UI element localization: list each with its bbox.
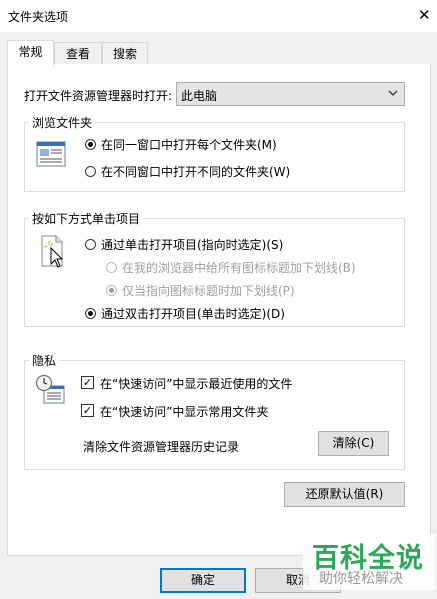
tab-general[interactable]: 常规 <box>7 40 54 66</box>
different-window-radio[interactable] <box>85 166 96 177</box>
frequent-folders-label[interactable]: 在“快速访问”中显示常用文件夹 <box>100 403 268 420</box>
double-click-label[interactable]: 通过双击打开项目(单击时选定)(D) <box>101 305 285 322</box>
underline-point-label[interactable]: 仅当指向图标标题时加下划线(P) <box>122 282 295 299</box>
clear-history-label: 清除文件资源管理器历史记录 <box>83 440 240 454</box>
same-window-label[interactable]: 在同一窗口中打开每个文件夹(M) <box>101 136 277 153</box>
recent-files-label[interactable]: 在“快速访问”中显示最近使用的文件 <box>100 375 292 392</box>
pointer-cursor-icon <box>38 234 68 273</box>
same-window-radio[interactable] <box>85 139 96 150</box>
recent-files-checkbox[interactable]: ✓ <box>81 376 94 389</box>
underline-all-label[interactable]: 在我的浏览器中给所有图标标题加下划线(B) <box>122 259 356 276</box>
privacy-legend: 隐私 <box>29 352 60 369</box>
chevron-down-icon <box>388 86 398 103</box>
frequent-folders-checkbox[interactable]: ✓ <box>81 404 94 417</box>
open-explorer-select[interactable]: 此电脑 <box>176 82 405 106</box>
browse-folders-group <box>24 122 405 192</box>
underline-all-radio[interactable] <box>106 262 117 273</box>
single-click-radio[interactable] <box>85 239 96 250</box>
window-title: 文件夹选项 <box>8 10 69 24</box>
close-icon[interactable]: ✕ <box>418 6 431 24</box>
browse-folders-icon <box>36 141 66 170</box>
double-click-radio[interactable] <box>85 308 96 319</box>
tab-view[interactable]: 查看 <box>54 42 102 64</box>
open-explorer-value: 此电脑 <box>181 89 218 103</box>
click-items-legend: 按如下方式单击项目 <box>29 210 144 227</box>
restore-defaults-button[interactable]: 还原默认值(R) <box>284 482 405 507</box>
tab-search[interactable]: 搜索 <box>102 42 148 64</box>
privacy-clock-icon <box>34 374 68 409</box>
clear-button[interactable]: 清除(C) <box>318 431 389 456</box>
underline-point-radio[interactable] <box>106 285 117 296</box>
open-explorer-label: 打开文件资源管理器时打开: <box>24 89 173 103</box>
browse-folders-legend: 浏览文件夹 <box>29 114 96 131</box>
watermark-slogan: 助你轻松解决 <box>319 571 403 587</box>
ok-button[interactable]: 确定 <box>160 568 246 593</box>
different-window-label[interactable]: 在不同窗口中打开不同的文件夹(W) <box>101 163 290 180</box>
single-click-label[interactable]: 通过单击打开项目(指向时选定)(S) <box>101 236 283 253</box>
